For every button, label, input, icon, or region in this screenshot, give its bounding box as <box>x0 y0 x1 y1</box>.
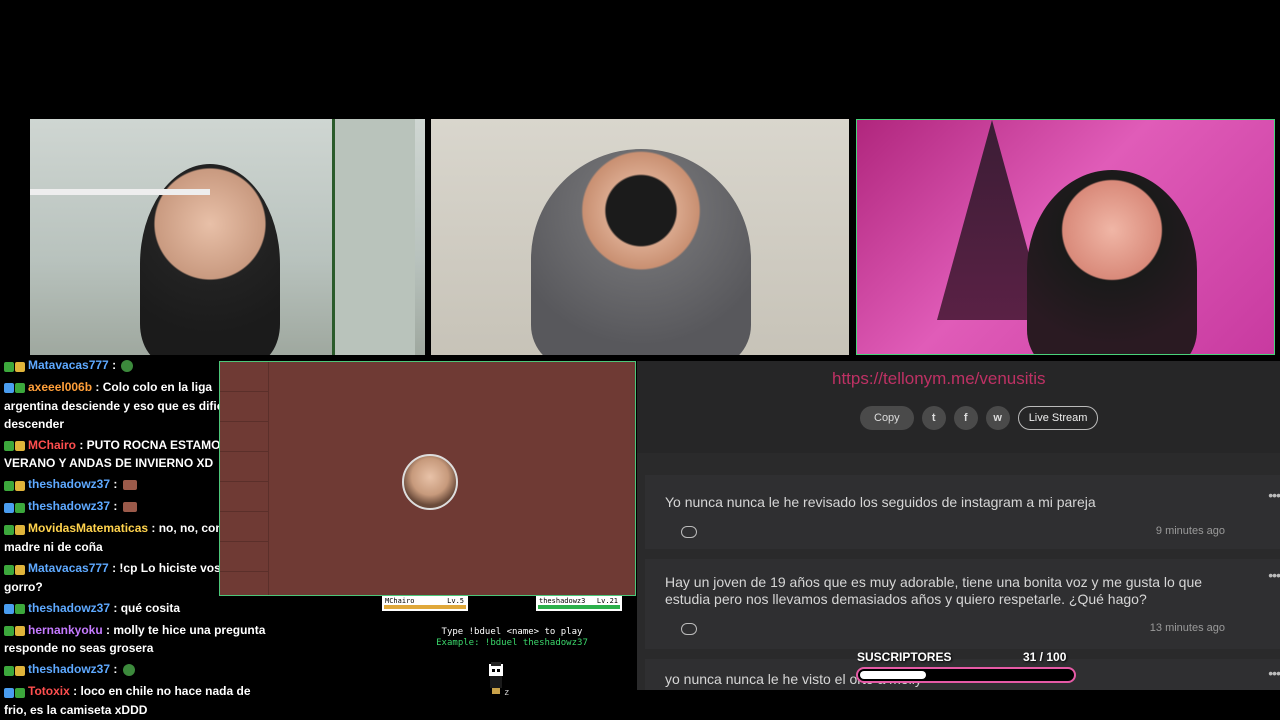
subscriber-goal: SUSCRIPTORES 31 / 100 <box>856 650 1076 684</box>
webcam-right <box>856 119 1275 355</box>
subscriber-goal-fill <box>860 671 926 679</box>
duel-instructions: Type !bduel <name> to play Example: !bdu… <box>382 627 642 649</box>
question-card[interactable]: Yo nunca nunca le he revisado los seguid… <box>645 475 1280 549</box>
player1-hp-card: MChairo Lv.5 <box>382 596 468 611</box>
streamer-right <box>1027 170 1197 354</box>
game-side-strip <box>220 362 269 595</box>
chat-message: Totoxix : loco en chile no hace nada de … <box>4 683 251 718</box>
profile-link[interactable]: https://tellonym.me/venusitis <box>832 369 1046 389</box>
question-card[interactable]: Hay un joven de 19 años que es muy adora… <box>645 559 1280 649</box>
badge-icon <box>4 357 26 375</box>
chat-username[interactable]: MChairo <box>28 438 76 452</box>
player2-name: theshadowz3 <box>539 597 586 605</box>
chat-username[interactable]: Totoxix <box>28 684 70 698</box>
player1-level: Lv.5 <box>447 597 464 605</box>
badge-icon <box>4 436 26 454</box>
question-text: Hay un joven de 19 años que es muy adora… <box>665 574 1203 607</box>
mascot-icon: z <box>489 662 509 696</box>
more-options-icon[interactable]: ••• <box>1268 567 1280 583</box>
duel-instruction-text: Type !bduel <name> to play <box>441 627 583 637</box>
badge-icon <box>4 683 26 701</box>
questions-page: https://tellonym.me/venusitis Copy t f w… <box>637 361 1280 690</box>
subscriber-goal-count: 31 / 100 <box>1023 650 1067 664</box>
chat-username[interactable]: theshadowz37 <box>28 662 110 676</box>
chat-username[interactable]: theshadowz37 <box>28 601 110 615</box>
chat-username[interactable]: theshadowz37 <box>28 499 110 513</box>
whatsapp-icon[interactable]: w <box>985 406 1010 430</box>
question-time: 13 minutes ago <box>1149 622 1225 634</box>
player2-level: Lv.21 <box>596 597 618 605</box>
profile-header: https://tellonym.me/venusitis Copy t f w… <box>637 361 1280 453</box>
badge-icon <box>4 476 26 494</box>
svg-text:z: z <box>504 688 509 696</box>
player-avatar <box>402 454 458 510</box>
facebook-icon[interactable]: f <box>953 406 978 430</box>
door <box>332 119 415 355</box>
player1-hp-bar <box>384 605 466 609</box>
badge-icon <box>4 520 26 538</box>
comment-icon[interactable] <box>681 623 697 635</box>
player2-hp-bar <box>538 605 620 609</box>
emote-icon <box>122 502 137 513</box>
badge-icon <box>4 560 26 578</box>
subscriber-goal-bar <box>856 667 1076 683</box>
chat-message: theshadowz37 : <box>0 660 270 679</box>
copy-button[interactable]: Copy <box>860 406 914 430</box>
twitter-icon[interactable]: t <box>921 406 946 430</box>
share-row: Copy t f w Live Stream <box>860 406 1099 430</box>
subscriber-goal-title: SUSCRIPTORES <box>857 650 952 664</box>
badge-icon <box>4 600 26 618</box>
emote-icon <box>122 480 137 491</box>
more-options-icon[interactable]: ••• <box>1268 487 1280 503</box>
chat-message: theshadowz37 : qué cosita <box>0 599 270 618</box>
shelf <box>30 189 210 195</box>
live-stream-button[interactable]: Live Stream <box>1017 406 1099 430</box>
badge-icon <box>4 498 26 516</box>
webcam-center <box>431 119 849 355</box>
chat-username[interactable]: MovidasMatematicas <box>28 521 148 535</box>
duel-game-panel <box>219 361 636 596</box>
emote-icon <box>121 359 134 372</box>
duel-example-text: Example: !bduel theshadowz37 <box>436 638 588 648</box>
webcam-left <box>30 119 425 355</box>
badge-icon <box>4 379 26 397</box>
chat-text: qué cosita <box>120 600 181 615</box>
player1-name: MChairo <box>385 597 415 605</box>
streamer-center <box>531 149 751 355</box>
chat-message: hernankyoku : molly te hice una pregunta… <box>4 621 266 656</box>
chat-username[interactable]: Matavacas777 <box>28 561 109 575</box>
more-options-icon[interactable]: ••• <box>1268 665 1280 681</box>
player2-hp-card: theshadowz3 Lv.21 <box>536 596 622 611</box>
comment-icon[interactable] <box>681 526 697 538</box>
question-time: 9 minutes ago <box>1155 525 1225 537</box>
badge-icon <box>4 661 26 679</box>
emote-icon <box>122 664 135 677</box>
chat-username[interactable]: Matavacas777 <box>28 358 109 372</box>
chat-username[interactable]: hernankyoku <box>28 623 103 637</box>
question-text: Yo nunca nunca le he revisado los seguid… <box>665 494 1096 510</box>
chat-username[interactable]: axeeel006b <box>28 380 92 394</box>
badge-icon <box>4 621 26 639</box>
chat-username[interactable]: theshadowz37 <box>28 477 110 491</box>
